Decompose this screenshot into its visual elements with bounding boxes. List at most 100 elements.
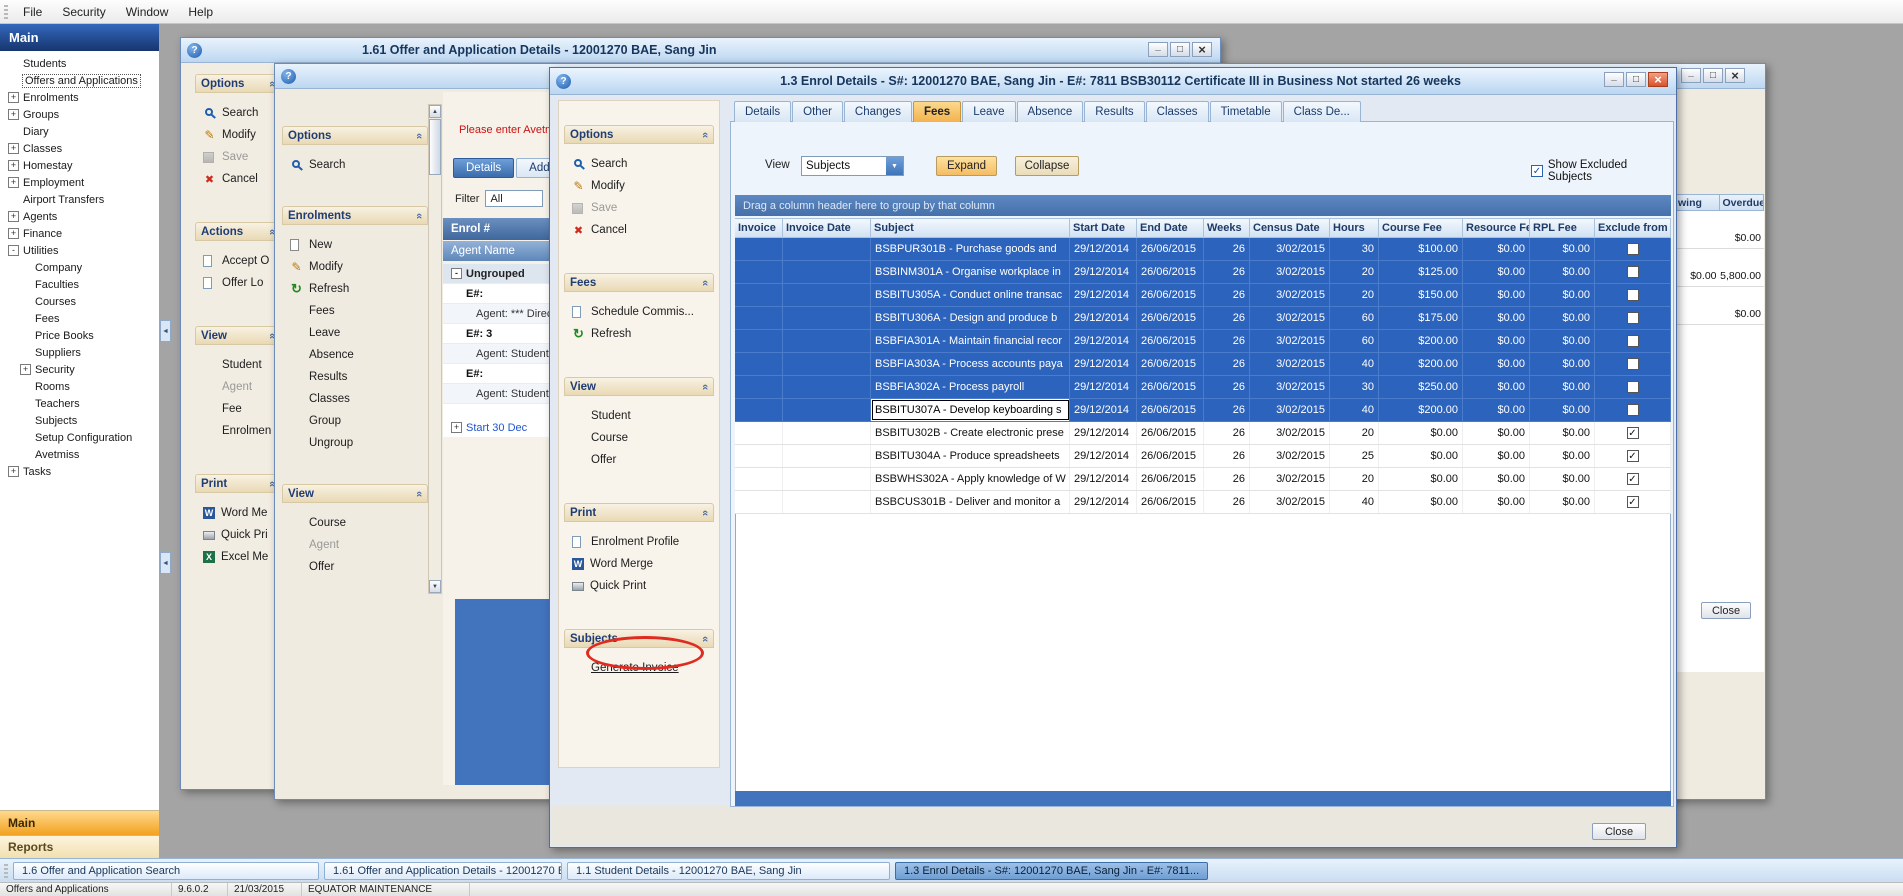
sidebar-footer-button[interactable]: Reports	[0, 835, 159, 858]
tree-expander-icon[interactable]: +	[8, 160, 19, 171]
panel-item[interactable]: Fee	[203, 398, 279, 420]
scroll-thumb[interactable]	[429, 119, 441, 175]
sidebar-tree-item[interactable]: Avetmiss	[0, 446, 159, 463]
maximize-button[interactable]	[1703, 68, 1723, 83]
menu-item[interactable]: Window	[116, 2, 179, 22]
exclude-checkbox[interactable]	[1627, 358, 1639, 370]
tree-expander-icon[interactable]: +	[20, 364, 31, 375]
exclude-checkbox[interactable]	[1627, 427, 1639, 439]
panel-item[interactable]: Classes	[290, 388, 426, 410]
scroll-up-icon[interactable]: ▲	[429, 105, 441, 118]
sidebar-tree-item[interactable]: Diary	[0, 123, 159, 140]
sidebar-tree-item[interactable]: Rooms	[0, 378, 159, 395]
sidebar-tree-item[interactable]: Offers and Applications	[0, 72, 159, 89]
tab[interactable]: Absence	[1017, 101, 1084, 122]
exclude-checkbox[interactable]	[1627, 450, 1639, 462]
tab[interactable]: Fees	[913, 101, 961, 122]
sidebar-collapse-arrow-icon[interactable]	[160, 320, 171, 342]
tab[interactable]: Results	[1084, 101, 1144, 122]
tab[interactable]: Timetable	[1210, 101, 1282, 122]
panel-item[interactable]: Modify	[290, 256, 426, 278]
offer-window-titlebar[interactable]: 1.61 Offer and Application Details - 120…	[181, 38, 1220, 63]
panel-item[interactable]: Excel Me	[203, 546, 279, 568]
tree-expander-icon[interactable]: +	[8, 228, 19, 239]
column-header[interactable]: Hours	[1330, 218, 1379, 238]
sidebar-tree-item[interactable]: + Employment	[0, 174, 159, 191]
panel-header[interactable]: Print «	[195, 474, 281, 493]
sidebar-tree-item[interactable]: Airport Transfers	[0, 191, 159, 208]
exclude-checkbox[interactable]	[1627, 473, 1639, 485]
panel-item[interactable]: Search	[572, 153, 712, 175]
panel-item[interactable]: Enrolment Profile	[572, 531, 712, 553]
tree-expander-icon[interactable]: +	[8, 466, 19, 477]
summary-column-header[interactable]: wing	[1675, 194, 1720, 211]
collapse-button[interactable]: Collapse	[1015, 156, 1079, 176]
minimize-button[interactable]	[1604, 72, 1624, 87]
panel-item[interactable]: Search	[290, 154, 426, 176]
subject-row[interactable]: BSBITU305A - Conduct online transac 29/1…	[735, 284, 1671, 307]
close-button[interactable]	[1648, 72, 1668, 87]
sidebar-footer-button[interactable]: Main	[0, 810, 159, 835]
column-header[interactable]: RPL Fee	[1530, 218, 1595, 238]
sidebar-tree-item[interactable]: + Tasks	[0, 463, 159, 480]
taskbar-item[interactable]: 1.6 Offer and Application Search	[13, 862, 319, 880]
panel-item[interactable]: Enrolmen	[203, 420, 279, 442]
close-button[interactable]	[1192, 42, 1212, 57]
column-header[interactable]: Start Date	[1070, 218, 1137, 238]
subject-row[interactable]: BSBITU306A - Design and produce b 29/12/…	[735, 307, 1671, 330]
minimize-button[interactable]	[1681, 68, 1701, 83]
row-expander-icon[interactable]: -	[451, 268, 462, 279]
panel-item[interactable]: Offer	[290, 556, 426, 578]
menu-item[interactable]: File	[13, 2, 52, 22]
panel-item[interactable]: New	[290, 234, 426, 256]
tab[interactable]: Other	[792, 101, 843, 122]
panel-item[interactable]: Results	[290, 366, 426, 388]
panel-header[interactable]: Subjects «	[564, 629, 714, 648]
exclude-checkbox[interactable]	[1627, 312, 1639, 324]
panel-header[interactable]: Fees «	[564, 273, 714, 292]
panel-item[interactable]: Quick Print	[572, 575, 712, 597]
sidebar-tree-item[interactable]: Price Books	[0, 327, 159, 344]
subject-row[interactable]: BSBITU304A - Produce spreadsheets 29/12/…	[735, 445, 1671, 468]
enrol-window-titlebar[interactable]: 1.3 Enrol Details - S#: 12001270 BAE, Sa…	[550, 68, 1676, 95]
panel-header[interactable]: Options «	[564, 125, 714, 144]
panel-item[interactable]: Refresh	[290, 278, 426, 300]
sidebar-tree-item[interactable]: Students	[0, 55, 159, 72]
summary-column-header[interactable]: Overdue	[1720, 194, 1765, 211]
tab[interactable]: Leave	[962, 101, 1015, 122]
tree-expander-icon[interactable]: +	[8, 92, 19, 103]
panel-item[interactable]: Student	[572, 405, 712, 427]
exclude-checkbox[interactable]	[1627, 404, 1639, 416]
tree-expander-icon[interactable]: +	[8, 177, 19, 188]
exclude-checkbox[interactable]	[1627, 335, 1639, 347]
panel-item[interactable]: Search	[203, 102, 279, 124]
column-header[interactable]: Course Fee	[1379, 218, 1463, 238]
panel-item[interactable]: Modify	[572, 175, 712, 197]
column-header[interactable]: Invoice	[735, 218, 783, 238]
close-button[interactable]	[1725, 68, 1745, 83]
show-excluded-toggle[interactable]: Show Excluded Subjects	[1531, 159, 1673, 183]
sidebar-tree-item[interactable]: Setup Configuration	[0, 429, 159, 446]
panel-item[interactable]: Accept O	[203, 250, 279, 272]
tab[interactable]: Details	[453, 158, 514, 178]
filter-dropdown[interactable]: All	[485, 190, 543, 207]
sidebar-tree-item[interactable]: Teachers	[0, 395, 159, 412]
sidebar-tree-item[interactable]: Suppliers	[0, 344, 159, 361]
panel-item[interactable]: Offer	[572, 449, 712, 471]
panel-item[interactable]: Word Me	[203, 502, 279, 524]
scroll-down-icon[interactable]: ▼	[429, 580, 441, 593]
tab[interactable]: Changes	[844, 101, 912, 122]
column-header[interactable]: Subject	[871, 218, 1070, 238]
tree-expander-icon[interactable]: +	[8, 143, 19, 154]
sidebar-tree-item[interactable]: - Utilities	[0, 242, 159, 259]
panel-item[interactable]: Cancel	[203, 168, 279, 190]
exclude-checkbox[interactable]	[1627, 243, 1639, 255]
panel-item[interactable]: Generate Invoice	[572, 657, 712, 679]
panel-header[interactable]: Actions «	[195, 222, 281, 241]
subject-row[interactable]: BSBCUS301B - Deliver and monitor a 29/12…	[735, 491, 1671, 514]
subject-row[interactable]: BSBINM301A - Organise workplace in 29/12…	[735, 261, 1671, 284]
group-by-bar[interactable]: Drag a column header here to group by th…	[735, 195, 1671, 216]
panel-item[interactable]: Modify	[203, 124, 279, 146]
scrollbar[interactable]: ▲ ▼	[428, 104, 442, 594]
panel-item[interactable]: Agent	[203, 376, 279, 398]
